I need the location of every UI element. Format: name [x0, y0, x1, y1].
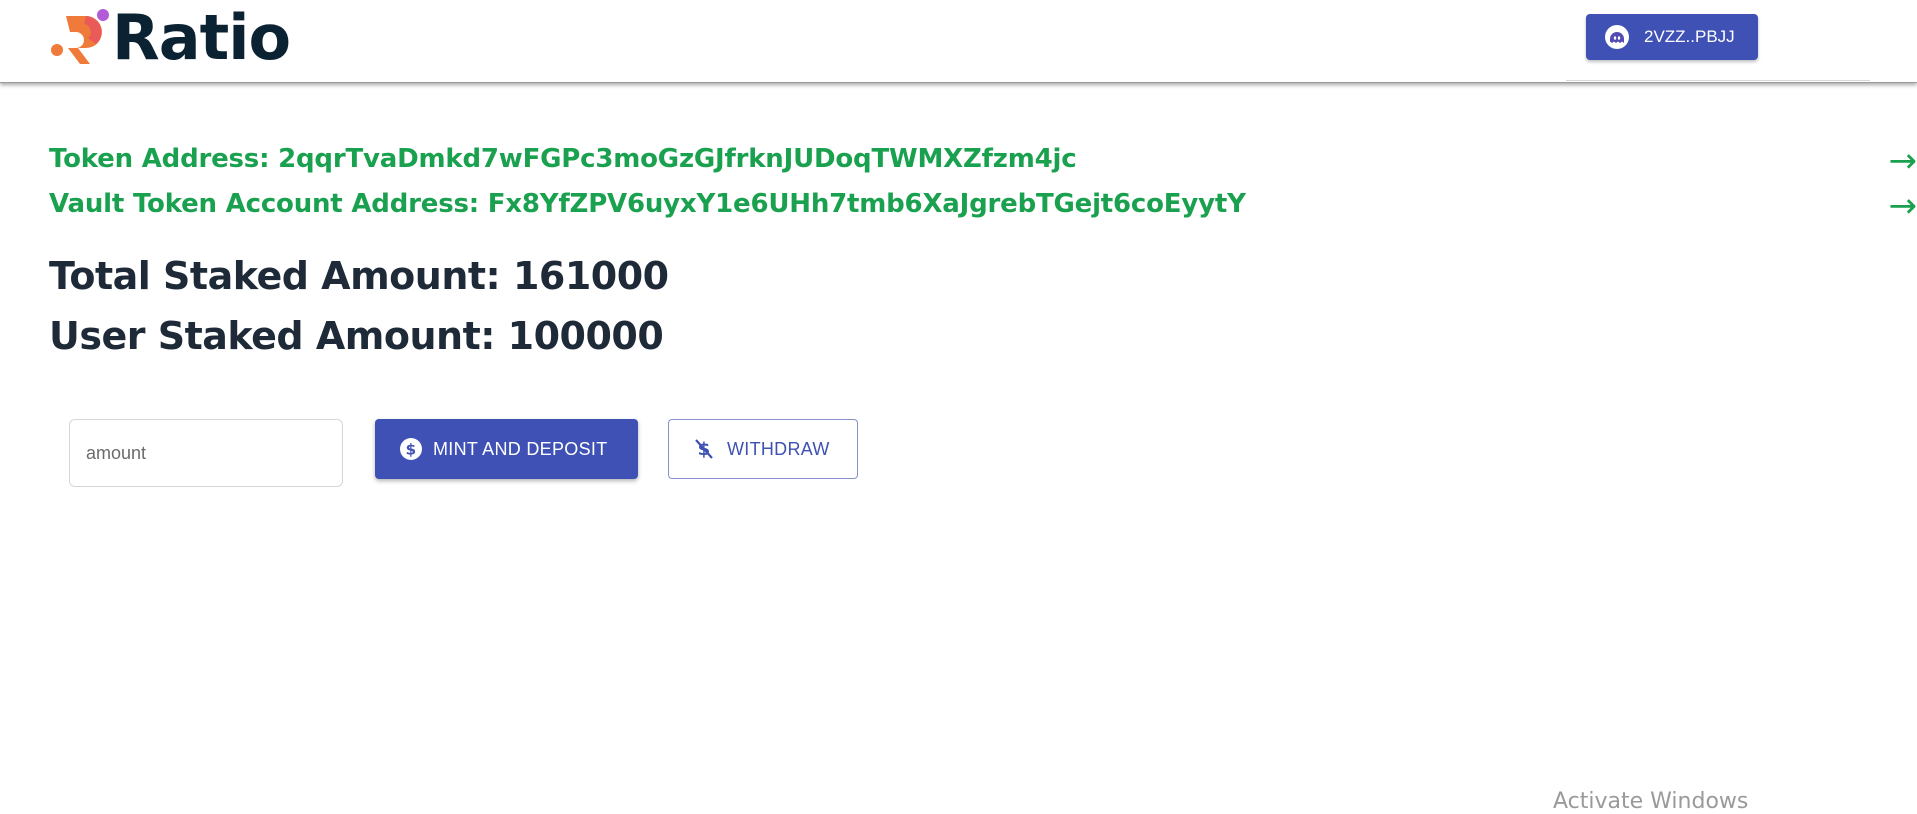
mint-and-deposit-button[interactable]: $ MINT AND DEPOSIT — [375, 419, 638, 479]
activate-windows-watermark: Activate Windows — [1553, 789, 1748, 814]
ratio-logo[interactable]: Ratio — [48, 6, 290, 70]
header-divider — [1566, 80, 1870, 81]
app-header: Ratio 2VZZ..PBJJ — [0, 0, 1917, 83]
user-staked-amount: User Staked Amount: 100000 — [49, 314, 663, 358]
logo-text: Ratio — [112, 6, 290, 70]
arrow-right-icon[interactable]: → — [1889, 144, 1917, 178]
arrow-right-icon[interactable]: → — [1889, 189, 1917, 223]
vault-token-account-address-link[interactable]: Vault Token Account Address: Fx8YfZPV6uy… — [49, 189, 1246, 219]
svg-text:$: $ — [406, 441, 417, 459]
withdraw-button[interactable]: $ WITHDRAW — [668, 419, 858, 479]
withdraw-label: WITHDRAW — [727, 439, 830, 460]
phantom-ghost-icon — [1604, 24, 1630, 50]
amount-input[interactable] — [69, 419, 343, 487]
wallet-address-label: 2VZZ..PBJJ — [1644, 27, 1735, 47]
wallet-button[interactable]: 2VZZ..PBJJ — [1586, 14, 1758, 60]
dollar-circle-icon: $ — [399, 437, 423, 461]
mint-and-deposit-label: MINT AND DEPOSIT — [433, 439, 608, 460]
ratio-logo-mark-icon — [48, 8, 110, 68]
token-address-link[interactable]: Token Address: 2qqrTvaDmkd7wFGPc3moGzGJf… — [49, 144, 1076, 174]
total-staked-amount: Total Staked Amount: 161000 — [49, 254, 669, 298]
money-off-icon: $ — [693, 437, 715, 461]
